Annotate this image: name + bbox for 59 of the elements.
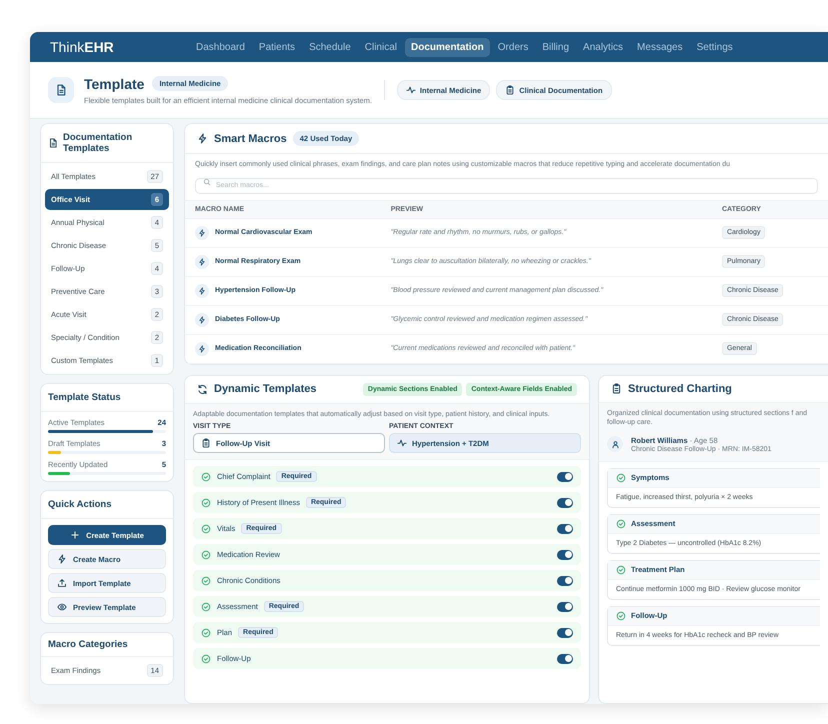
- card-title: Smart Macros: [214, 132, 287, 144]
- toggle-switch[interactable]: [557, 472, 573, 482]
- refresh-icon: [197, 384, 208, 395]
- toggle-switch[interactable]: [557, 628, 573, 638]
- check-circle-icon: [201, 576, 211, 586]
- nav-tab[interactable]: Messages: [631, 38, 689, 56]
- pulse-icon: [397, 438, 407, 448]
- card-title: Structured Charting: [628, 382, 732, 395]
- nav-tab[interactable]: Clinical: [358, 38, 403, 56]
- toggle-switch[interactable]: [557, 498, 573, 508]
- check-circle-icon: [201, 498, 211, 508]
- toggle-switch[interactable]: [557, 524, 573, 534]
- check-circle-icon: [201, 550, 211, 560]
- page-title: Template: [84, 76, 144, 92]
- upload-icon: [57, 578, 67, 588]
- card-title: Template Status: [48, 392, 121, 403]
- lightning-icon: [198, 316, 206, 324]
- toggle-switch[interactable]: [557, 576, 573, 586]
- check-circle-icon: [616, 472, 626, 483]
- nav-tab[interactable]: Analytics: [577, 38, 630, 56]
- toggle-switch[interactable]: [557, 602, 573, 612]
- nav-tab[interactable]: Billing: [536, 38, 576, 56]
- nav-tab[interactable]: Orders: [492, 38, 534, 56]
- nav-tab[interactable]: Patients: [252, 38, 302, 56]
- nav-tab[interactable]: Settings: [690, 38, 739, 56]
- check-circle-icon: [201, 654, 211, 664]
- card-title: Dynamic Templates: [214, 383, 317, 396]
- lightning-icon: [198, 258, 206, 266]
- check-circle-icon: [201, 628, 211, 638]
- clipboard-icon: [201, 438, 211, 448]
- check-circle-icon: [201, 472, 211, 482]
- document-icon: [55, 84, 67, 96]
- person-icon: [610, 440, 620, 449]
- check-circle-icon: [616, 610, 626, 621]
- clipboard-icon: [611, 383, 622, 394]
- lightning-icon: [198, 228, 206, 237]
- check-circle-icon: [201, 524, 211, 534]
- toggle-switch[interactable]: [557, 550, 573, 560]
- search-icon: [203, 178, 211, 186]
- clipboard-icon: [505, 85, 516, 95]
- pulse-icon: [406, 85, 416, 95]
- lightning-icon: [57, 554, 67, 564]
- lightning-icon: [197, 133, 208, 144]
- card-title: Documentation Templates: [63, 132, 134, 154]
- plus-icon: [70, 530, 80, 540]
- toggle-switch[interactable]: [557, 654, 573, 664]
- lightning-icon: [198, 286, 206, 295]
- nav-tab[interactable]: Schedule: [303, 38, 357, 56]
- nav-tab[interactable]: Dashboard: [190, 38, 251, 56]
- eye-icon: [57, 602, 67, 612]
- app-logo[interactable]: ThinkEHR: [50, 39, 190, 55]
- lightning-icon: [198, 344, 206, 353]
- card-title: Macro Categories: [48, 639, 128, 650]
- card-title: Quick Actions: [48, 499, 112, 510]
- check-circle-icon: [201, 602, 211, 612]
- check-circle-icon: [616, 564, 626, 575]
- nav-tab[interactable]: Documentation: [405, 38, 490, 56]
- check-circle-icon: [616, 518, 626, 529]
- document-icon: [48, 138, 58, 148]
